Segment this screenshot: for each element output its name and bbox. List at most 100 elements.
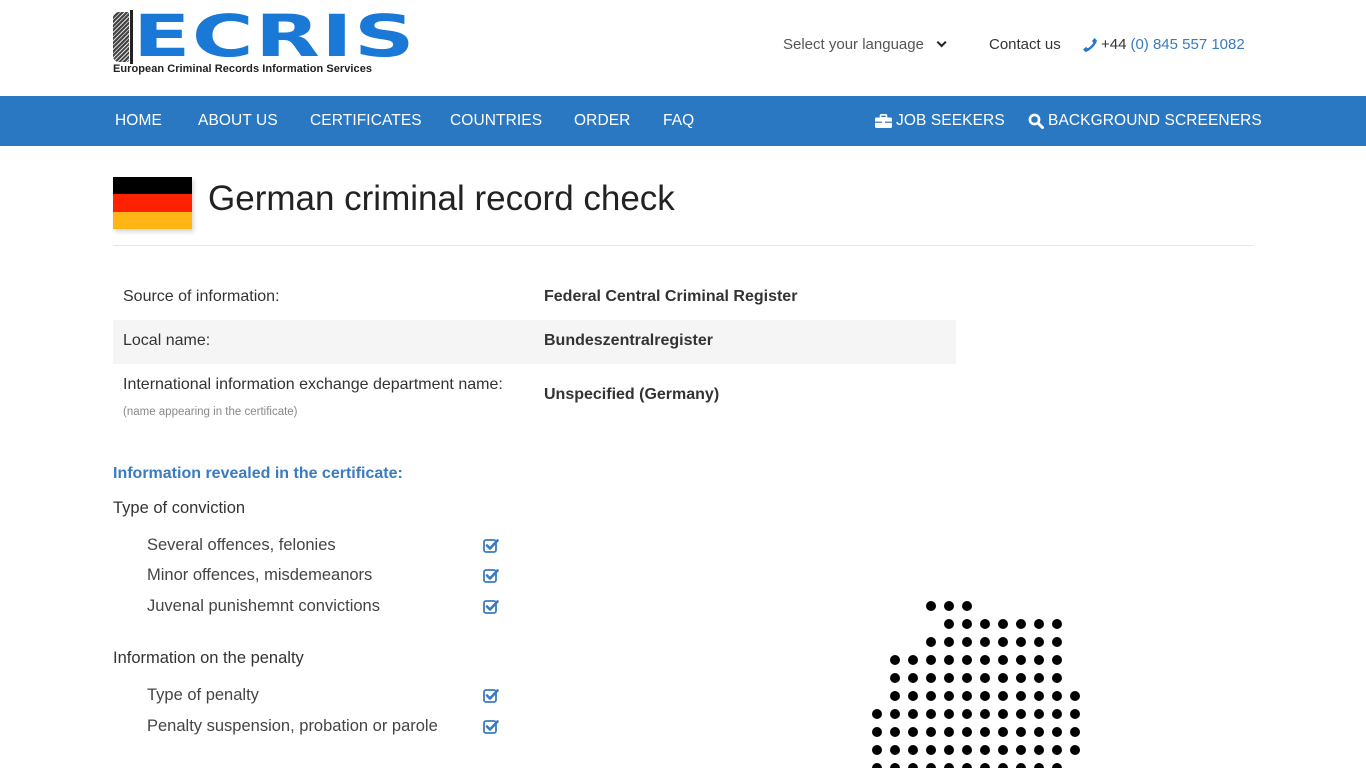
map-dot (926, 727, 936, 737)
nav-order[interactable]: ORDER (574, 96, 630, 146)
map-dot (1052, 691, 1062, 701)
map-dot (1016, 673, 1026, 683)
map-dot (980, 727, 990, 737)
map-dot (944, 709, 954, 719)
map-dot (1070, 709, 1080, 719)
map-dot (890, 691, 900, 701)
map-dot (980, 763, 990, 768)
map-dot (944, 691, 954, 701)
map-dot (1034, 637, 1044, 647)
germany-flag-icon (113, 177, 192, 229)
map-dot (890, 655, 900, 665)
briefcase-icon (875, 114, 892, 128)
language-select[interactable]: Select your language (783, 36, 947, 53)
map-dot (890, 709, 900, 719)
map-dot (926, 763, 936, 768)
map-dot (980, 691, 990, 701)
map-dot (998, 763, 1008, 768)
map-dot (980, 637, 990, 647)
map-dot (1052, 763, 1062, 768)
info-row-source: Source of information: Federal Central C… (113, 276, 956, 320)
page-title: German criminal record check (208, 179, 675, 218)
map-dot (944, 745, 954, 755)
phone-link[interactable]: +44 (0) 845 557 1082 (1082, 36, 1245, 53)
map-dot (962, 655, 972, 665)
nav-certificates[interactable]: CERTIFICATES (310, 96, 422, 146)
map-dot (944, 655, 954, 665)
map-dot (1034, 763, 1044, 768)
map-dot (872, 709, 882, 719)
map-dot (1052, 655, 1062, 665)
map-dot (1034, 619, 1044, 629)
info-value: Unspecified (Germany) (544, 386, 720, 403)
flag-stripe-red (113, 194, 192, 212)
info-table: Source of information: Federal Central C… (113, 276, 956, 432)
contact-us-link[interactable]: Contact us (989, 36, 1061, 53)
map-dot (944, 619, 954, 629)
checkbox-checked-icon (483, 568, 499, 588)
map-dot (1016, 727, 1026, 737)
chevron-down-icon (936, 37, 947, 48)
info-value: Bundeszentralregister (544, 332, 713, 349)
nav-home[interactable]: HOME (115, 96, 162, 146)
map-dot (926, 655, 936, 665)
map-dot (872, 763, 882, 768)
top-header: ECRIS European Criminal Records Informat… (0, 0, 1366, 96)
map-dot (926, 745, 936, 755)
map-dot (872, 727, 882, 737)
map-dot (1070, 727, 1080, 737)
map-dot (926, 637, 936, 647)
map-dot (962, 601, 972, 611)
checkbox-checked-icon (483, 599, 499, 619)
map-dot (890, 727, 900, 737)
phone-prefix: +44 (1101, 36, 1127, 53)
nav-background-screeners-label: BACKGROUND SCREENERS (1048, 112, 1262, 129)
map-dot (1052, 709, 1062, 719)
flag-stripe-gold (113, 211, 192, 229)
item-label: Minor offences, misdemeanors (147, 566, 373, 584)
map-dot (962, 727, 972, 737)
map-dot (1016, 691, 1026, 701)
map-dot (998, 637, 1008, 647)
map-dot (962, 763, 972, 768)
ecris-logo[interactable]: ECRIS European Criminal Records Informat… (113, 2, 415, 78)
map-dot (998, 709, 1008, 719)
map-dot (962, 691, 972, 701)
nav-faq[interactable]: FAQ (663, 96, 694, 146)
list-item: Several offences, felonies (147, 536, 507, 555)
item-label: Juvenal punishemnt convictions (147, 597, 380, 615)
map-dot (980, 745, 990, 755)
map-dot (962, 673, 972, 683)
map-dot (890, 763, 900, 768)
map-dot (1016, 709, 1026, 719)
nav-background-screeners[interactable]: BACKGROUND SCREENERS (1028, 96, 1262, 146)
logo-tagline: European Criminal Records Information Se… (113, 63, 373, 75)
map-dot (1016, 655, 1026, 665)
info-sublabel: (name appearing in the certificate) (123, 406, 298, 418)
list-item: Penalty suspension, probation or parole (147, 717, 507, 736)
item-label: Type of penalty (147, 686, 259, 704)
item-label: Penalty suspension, probation or parole (147, 717, 438, 735)
map-dot (998, 619, 1008, 629)
map-dot (908, 673, 918, 683)
search-icon (1028, 113, 1044, 129)
map-dot (998, 655, 1008, 665)
nav-job-seekers[interactable]: JOB SEEKERS (875, 96, 1005, 146)
map-dot (926, 673, 936, 683)
map-dot (962, 619, 972, 629)
main-nav: HOME ABOUT US CERTIFICATES COUNTRIES ORD… (0, 96, 1366, 146)
map-dot (1016, 619, 1026, 629)
checkbox-checked-icon (483, 538, 499, 558)
map-dot (926, 709, 936, 719)
map-dot (872, 745, 882, 755)
map-dot (1016, 763, 1026, 768)
nav-about-us[interactable]: ABOUT US (198, 96, 278, 146)
nav-countries[interactable]: COUNTRIES (450, 96, 542, 146)
info-label: Local name: (123, 332, 211, 349)
map-dot (890, 745, 900, 755)
map-dot (1034, 727, 1044, 737)
info-label: Source of information: (123, 288, 280, 305)
map-dot (1034, 691, 1044, 701)
map-dot (998, 673, 1008, 683)
map-dot (908, 727, 918, 737)
